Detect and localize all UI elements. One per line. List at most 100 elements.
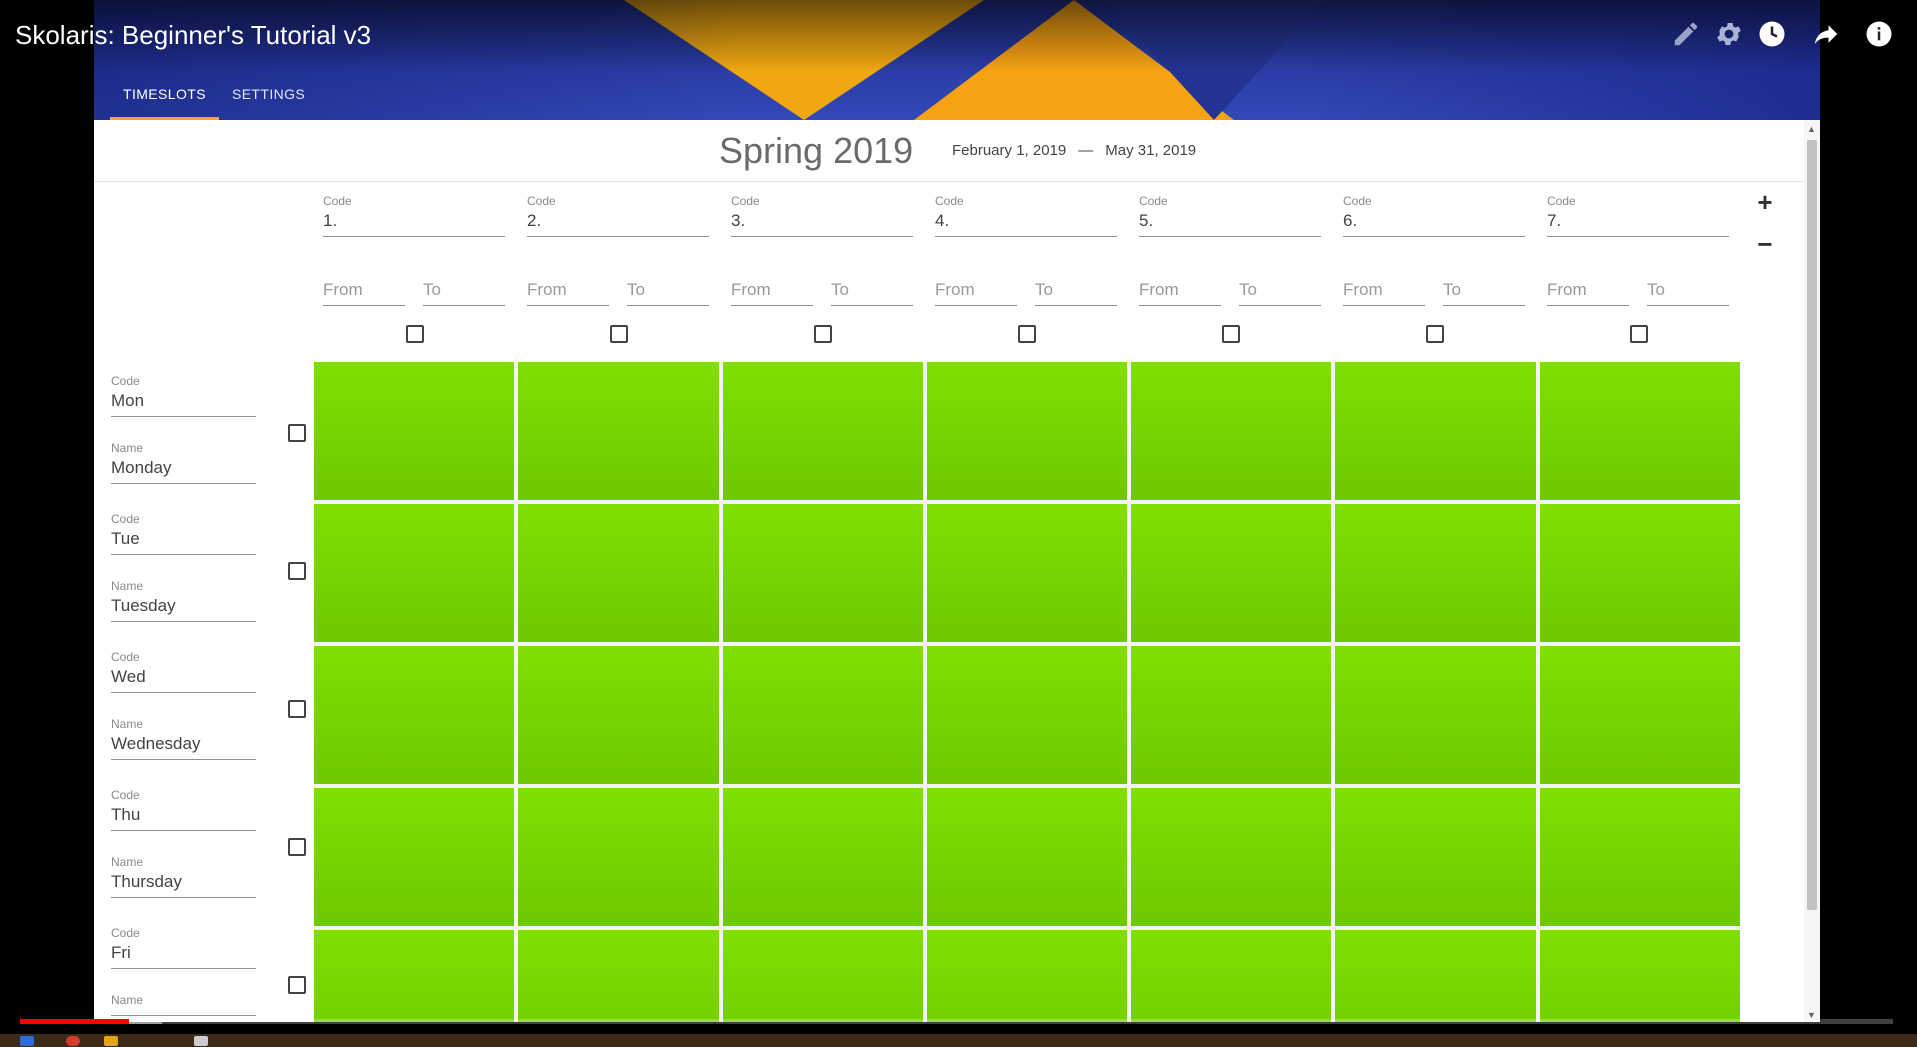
- timeslot-code-field[interactable]: Code 6.: [1343, 194, 1525, 237]
- timeslot-checkbox[interactable]: [1018, 325, 1036, 343]
- availability-cell[interactable]: [518, 362, 719, 500]
- chrome-icon[interactable]: [66, 1036, 80, 1046]
- day-name-field[interactable]: Name Wednesday: [111, 717, 256, 760]
- tab-settings[interactable]: SETTINGS: [219, 80, 318, 120]
- availability-cell[interactable]: [1539, 504, 1740, 642]
- day-checkbox[interactable]: [288, 424, 306, 442]
- day-code-field[interactable]: Code Mon: [111, 374, 256, 417]
- day-code-value[interactable]: Fri: [111, 940, 256, 968]
- timeslot-to-input[interactable]: To: [831, 280, 913, 306]
- availability-cell[interactable]: [926, 362, 1128, 500]
- timeslot-checkbox[interactable]: [610, 325, 628, 343]
- timeslot-code-value[interactable]: 2.: [527, 208, 709, 236]
- timeslot-to-input[interactable]: To: [1035, 280, 1117, 306]
- timeslot-code-value[interactable]: 5.: [1139, 208, 1321, 236]
- day-name-value[interactable]: [111, 1007, 256, 1015]
- availability-cell[interactable]: [926, 930, 1128, 1022]
- availability-cell[interactable]: [1539, 362, 1740, 500]
- availability-cell[interactable]: [722, 930, 923, 1022]
- availability-cell[interactable]: [1335, 788, 1536, 926]
- timeslot-checkbox[interactable]: [1630, 325, 1648, 343]
- availability-cell[interactable]: [1131, 930, 1332, 1022]
- availability-cell[interactable]: [926, 788, 1128, 926]
- timeslot-to-input[interactable]: To: [1239, 280, 1321, 306]
- windows-start-icon[interactable]: [20, 1036, 34, 1046]
- tab-timeslots[interactable]: TIMESLOTS: [110, 80, 219, 120]
- timeslot-from-input[interactable]: From: [1343, 280, 1425, 306]
- availability-cell[interactable]: [518, 646, 719, 784]
- timeslot-code-value[interactable]: 1.: [323, 208, 505, 236]
- availability-cell[interactable]: [722, 646, 923, 784]
- scroll-up-icon[interactable]: ▲: [1807, 124, 1816, 134]
- day-name-field[interactable]: Name Tuesday: [111, 579, 256, 622]
- availability-cell[interactable]: [314, 646, 515, 784]
- availability-cell[interactable]: [314, 362, 515, 500]
- availability-cell[interactable]: [1539, 930, 1740, 1022]
- day-code-value[interactable]: Thu: [111, 802, 256, 830]
- availability-cell[interactable]: [1335, 930, 1536, 1022]
- day-name-field[interactable]: Name: [111, 993, 256, 1016]
- timeslot-to-input[interactable]: To: [1647, 280, 1729, 306]
- pencil-icon[interactable]: [1670, 18, 1702, 50]
- day-checkbox[interactable]: [288, 976, 306, 994]
- availability-cell[interactable]: [722, 362, 923, 500]
- availability-cell[interactable]: [1131, 504, 1332, 642]
- availability-cell[interactable]: [1539, 788, 1740, 926]
- timeslot-checkbox[interactable]: [1222, 325, 1240, 343]
- availability-cell[interactable]: [1335, 362, 1536, 500]
- remove-timeslot-button[interactable]: −: [1750, 230, 1780, 260]
- timeslot-code-field[interactable]: Code 7.: [1547, 194, 1729, 237]
- timeslot-from-input[interactable]: From: [731, 280, 813, 306]
- day-name-field[interactable]: Name Monday: [111, 441, 256, 484]
- timeslot-code-value[interactable]: 7.: [1547, 208, 1729, 236]
- info-icon[interactable]: [1863, 18, 1895, 50]
- timeslot-code-value[interactable]: 6.: [1343, 208, 1525, 236]
- availability-cell[interactable]: [518, 788, 719, 926]
- day-name-value[interactable]: Wednesday: [111, 731, 256, 759]
- day-code-field[interactable]: Code Fri: [111, 926, 256, 969]
- day-code-value[interactable]: Tue: [111, 526, 256, 554]
- day-checkbox[interactable]: [288, 838, 306, 856]
- timeslot-from-input[interactable]: From: [935, 280, 1017, 306]
- timeslot-to-input[interactable]: To: [1443, 280, 1525, 306]
- availability-cell[interactable]: [926, 646, 1128, 784]
- add-timeslot-button[interactable]: +: [1750, 188, 1780, 218]
- timeslot-from-input[interactable]: From: [1139, 280, 1221, 306]
- timeslot-to-input[interactable]: To: [423, 280, 505, 306]
- video-player[interactable]: TIMESLOTS SETTINGS Spring 2019 February …: [0, 0, 1917, 1047]
- timeslot-code-value[interactable]: 4.: [935, 208, 1117, 236]
- scrollbar-thumb[interactable]: [1807, 140, 1817, 910]
- day-checkbox[interactable]: [288, 562, 306, 580]
- folder-icon[interactable]: [104, 1036, 118, 1046]
- clock-icon[interactable]: [1756, 18, 1788, 50]
- timeslot-checkbox[interactable]: [1426, 325, 1444, 343]
- availability-cell[interactable]: [722, 504, 923, 642]
- timeslot-code-field[interactable]: Code 3.: [731, 194, 913, 237]
- availability-cell[interactable]: [1131, 646, 1332, 784]
- app-icon[interactable]: [194, 1036, 208, 1046]
- gear-icon[interactable]: [1713, 18, 1745, 50]
- availability-cell[interactable]: [722, 788, 923, 926]
- video-title[interactable]: Skolaris: Beginner's Tutorial v3: [15, 20, 371, 51]
- timeslot-from-input[interactable]: From: [323, 280, 405, 306]
- timeslot-code-field[interactable]: Code 5.: [1139, 194, 1321, 237]
- timeslot-from-input[interactable]: From: [527, 280, 609, 306]
- timeslot-code-value[interactable]: 3.: [731, 208, 913, 236]
- day-name-value[interactable]: Monday: [111, 455, 256, 483]
- availability-cell[interactable]: [518, 930, 719, 1022]
- timeslot-to-input[interactable]: To: [627, 280, 709, 306]
- day-name-field[interactable]: Name Thursday: [111, 855, 256, 898]
- availability-cell[interactable]: [518, 504, 719, 642]
- availability-cell[interactable]: [314, 788, 515, 926]
- availability-cell[interactable]: [314, 504, 515, 642]
- availability-cell[interactable]: [1335, 646, 1536, 784]
- availability-cell[interactable]: [1131, 788, 1332, 926]
- day-name-value[interactable]: Tuesday: [111, 593, 256, 621]
- day-code-field[interactable]: Code Wed: [111, 650, 256, 693]
- day-code-field[interactable]: Code Thu: [111, 788, 256, 831]
- availability-cell[interactable]: [1335, 504, 1536, 642]
- day-name-value[interactable]: Thursday: [111, 869, 256, 897]
- day-code-value[interactable]: Mon: [111, 388, 256, 416]
- share-icon[interactable]: [1810, 18, 1842, 50]
- timeslot-checkbox[interactable]: [814, 325, 832, 343]
